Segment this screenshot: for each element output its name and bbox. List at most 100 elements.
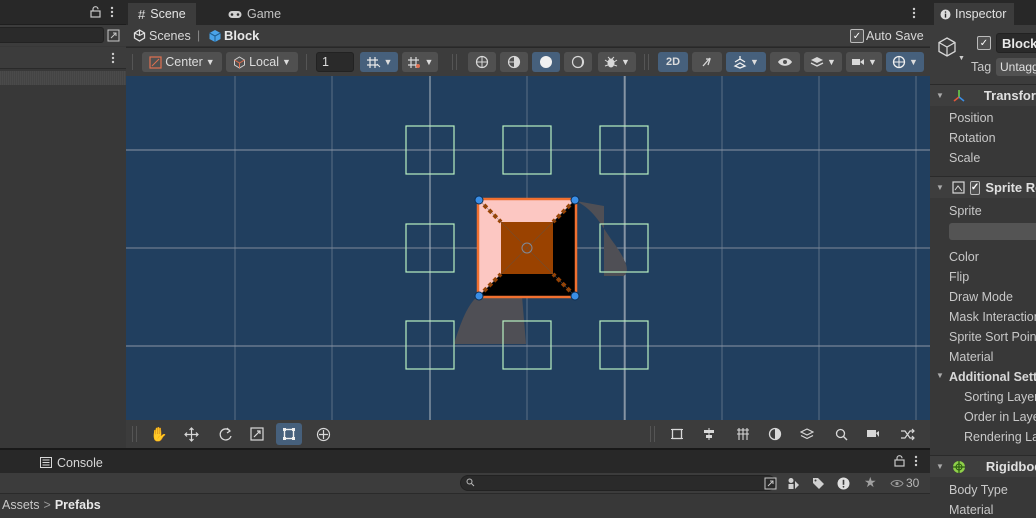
label-tag-icon[interactable] xyxy=(811,476,825,490)
foldout-arrow-icon: ▼ xyxy=(936,462,944,471)
layers-dropdown[interactable]: ▼ xyxy=(804,52,842,72)
rigidbody-component-header[interactable]: ▼ Rigidbody 2D xyxy=(930,455,1036,477)
scene-hash-icon: # xyxy=(138,6,146,22)
transform-tool-icon[interactable] xyxy=(310,423,336,445)
hierarchy-search-input[interactable] xyxy=(0,27,104,43)
filter-type-icon[interactable] xyxy=(786,476,800,490)
rotate-tool-icon[interactable] xyxy=(212,423,238,445)
scene-visibility-toggle[interactable] xyxy=(770,52,800,72)
breadcrumb-prefabs[interactable]: Prefabs xyxy=(55,498,101,512)
draw-mode-shaded-button[interactable] xyxy=(532,52,560,72)
hierarchy-scene-row[interactable] xyxy=(0,47,126,69)
align-icon[interactable] xyxy=(696,423,722,445)
gizmos-dropdown[interactable]: ▼ xyxy=(886,52,924,72)
draw-mode-label: Draw Mode xyxy=(949,290,1013,304)
mode-2d-label: 2D xyxy=(665,56,681,68)
console-icon xyxy=(40,457,52,468)
grid-size-value: 1 xyxy=(322,55,329,69)
sprite-field[interactable] xyxy=(949,223,1036,240)
dropdown-arrow-icon: ▼ xyxy=(827,57,836,67)
dropdown-arrow-icon: ▼ xyxy=(424,57,434,67)
lit-sphere-icon xyxy=(571,55,585,69)
draw-mode-lit-button[interactable] xyxy=(564,52,592,72)
rect-grid-icon[interactable] xyxy=(664,423,690,445)
sprite-renderer-icon xyxy=(952,181,965,194)
console-panel: Console ★ 30 Assets > Prefabs xyxy=(0,450,930,518)
mode-2d-toggle[interactable]: 2D xyxy=(658,52,688,72)
layers-icon xyxy=(810,57,824,67)
console-tab-bar: Console xyxy=(0,450,930,473)
pivot-dropdown[interactable]: Center ▼ xyxy=(142,52,222,72)
hierarchy-search-row xyxy=(0,25,126,46)
grid-snap-toggle[interactable]: ▼ xyxy=(360,52,398,72)
active-checkbox[interactable]: ✓ xyxy=(977,36,991,50)
tile-palette-icon[interactable] xyxy=(730,423,756,445)
hierarchy-selected-item[interactable] xyxy=(0,71,126,85)
camera-settings-dropdown[interactable]: ▼ xyxy=(846,52,882,72)
draw-mode-wireframe-button[interactable] xyxy=(468,52,496,72)
object-name-input[interactable]: Block xyxy=(996,33,1036,53)
breadcrumb-assets[interactable]: Assets xyxy=(2,498,40,512)
console-lock-icon[interactable] xyxy=(893,455,905,467)
foldout-arrow-icon[interactable]: ▼ xyxy=(936,371,944,380)
scale-tool-icon[interactable] xyxy=(244,423,270,445)
transform-title: Transform xyxy=(983,88,1036,103)
favorite-star-icon[interactable]: ★ xyxy=(864,474,877,491)
flip-label: Flip xyxy=(949,270,970,284)
grid-size-input[interactable]: 1 xyxy=(316,52,354,72)
scene-viewport[interactable] xyxy=(126,76,930,420)
gameobject-cube-icon[interactable] xyxy=(936,35,958,59)
debug-draw-dropdown[interactable]: ▼ xyxy=(598,52,636,72)
breadcrumb-scenes[interactable]: Scenes xyxy=(149,29,191,43)
search-icon[interactable] xyxy=(828,423,854,445)
camera-icon xyxy=(852,59,865,65)
gamepad-icon xyxy=(228,10,242,19)
space-dropdown[interactable]: Local ▼ xyxy=(226,52,298,72)
tag-dropdown[interactable]: Untagged xyxy=(996,58,1036,76)
add-filter-icon[interactable] xyxy=(106,28,120,42)
handle-bottom-right xyxy=(570,291,580,301)
move-tool-icon[interactable] xyxy=(178,423,204,445)
increment-snap-toggle[interactable]: ▼ xyxy=(402,52,438,72)
breadcrumb-chevron: > xyxy=(43,498,51,512)
scene-menu-icon[interactable] xyxy=(110,51,116,65)
create-asset-icon[interactable] xyxy=(763,476,777,490)
breadcrumb-current[interactable]: Block xyxy=(224,28,259,43)
hand-tool-icon[interactable]: ✋ xyxy=(146,423,172,445)
position-label: Position xyxy=(949,111,994,125)
console-kebab-menu-icon[interactable] xyxy=(912,454,920,468)
warning-filter-icon[interactable] xyxy=(836,476,850,490)
unity-scenes-icon xyxy=(133,29,146,42)
kebab-menu-icon[interactable] xyxy=(108,5,116,19)
layers-stack-icon[interactable] xyxy=(794,423,820,445)
lighting-toggle[interactable] xyxy=(692,52,722,72)
block-sprite[interactable] xyxy=(477,198,577,298)
scale-label: Scale xyxy=(949,151,981,165)
tab-console[interactable]: Console xyxy=(30,452,113,473)
lock-icon[interactable] xyxy=(89,6,101,18)
scene-kebab-menu-icon[interactable] xyxy=(910,6,918,20)
tab-scene[interactable]: # Scene xyxy=(128,3,196,25)
eye-icon xyxy=(778,58,792,66)
rect-tool-icon[interactable] xyxy=(276,423,302,445)
auto-save-checkbox[interactable]: ✓ xyxy=(850,29,864,43)
effects-icon xyxy=(733,56,747,69)
effects-dropdown[interactable]: ▼ xyxy=(726,52,766,72)
rigidbody-title: Rigidbody 2D xyxy=(985,459,1036,474)
console-tab-label: Console xyxy=(57,455,103,470)
tab-scene-label: Scene xyxy=(150,7,186,21)
hierarchy-panel xyxy=(0,0,126,448)
icon-dropdown-arrow-icon[interactable]: ▼ xyxy=(958,55,965,62)
dropdown-arrow-icon: ▼ xyxy=(281,57,291,67)
sprite-renderer-component-header[interactable]: ▼ ✓ Sprite Renderer xyxy=(930,176,1036,198)
shuffle-icon[interactable] xyxy=(894,423,920,445)
additional-settings-foldout[interactable]: Additional Settings xyxy=(949,370,1036,384)
tab-inspector[interactable]: Inspector xyxy=(934,3,1015,25)
sprite-renderer-enabled-checkbox[interactable]: ✓ xyxy=(969,180,981,195)
tab-game[interactable]: Game xyxy=(218,3,291,25)
project-search-input[interactable] xyxy=(460,475,776,491)
camera-overlay-icon[interactable] xyxy=(860,423,886,445)
transform-component-header[interactable]: ▼ Transform xyxy=(930,84,1036,106)
draw-mode-shaded-wire-button[interactable] xyxy=(500,52,528,72)
shading-sphere-icon[interactable] xyxy=(762,423,788,445)
